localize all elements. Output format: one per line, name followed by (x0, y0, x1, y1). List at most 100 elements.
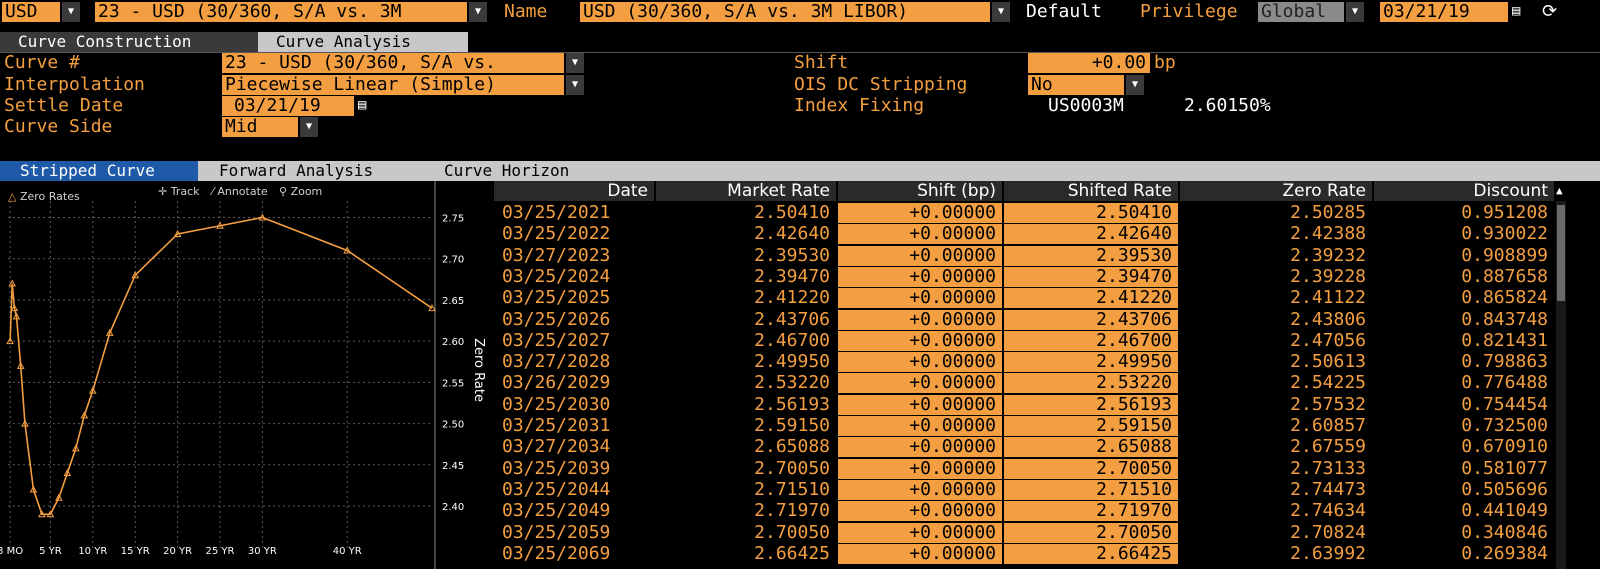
cell-shifted-rate[interactable]: 2.50410 (1004, 203, 1178, 224)
cell-shifted-rate[interactable]: 2.66425 (1004, 543, 1178, 565)
cell-shift[interactable]: +0.00000 (838, 479, 1002, 501)
cell-date: 03/25/2039 (502, 457, 611, 479)
table-row[interactable]: 03/25/2024 2.39470 +0.00000 2.39470 2.39228 0… (494, 265, 1554, 288)
curve-table[interactable]: Date Market Rate Shift (bp) Shifted Rate… (494, 181, 1600, 569)
table-row[interactable]: 03/25/2025 2.41220 +0.00000 2.41220 2.41122 0… (494, 288, 1554, 310)
tab-curve-analysis[interactable]: Curve Analysis (258, 32, 468, 52)
curve-number-field[interactable]: 23 - USD (30/360, S/A vs. (222, 53, 564, 73)
sort-up-icon[interactable]: ▲ (1556, 181, 1568, 201)
cell-shifted-rate[interactable]: 2.46700 (1004, 330, 1178, 352)
cell-shift[interactable]: +0.00000 (838, 203, 1002, 224)
cell-shifted-rate[interactable]: 2.70050 (1004, 458, 1178, 480)
cell-shifted-rate[interactable]: 2.49950 (1004, 352, 1178, 374)
tab-curve-horizon[interactable]: Curve Horizon (444, 161, 569, 181)
col-header-market-rate[interactable]: Market Rate (656, 181, 836, 201)
table-row[interactable]: 03/25/2039 2.70050 +0.00000 2.70050 2.73133 0… (494, 457, 1554, 480)
settle-date-field[interactable]: 03/21/19 (222, 96, 354, 116)
cell-shifted-rate[interactable]: 2.65088 (1004, 437, 1178, 459)
name-field[interactable]: USD (30/360, S/A vs. 3M LIBOR) (580, 2, 990, 22)
cell-shift[interactable]: +0.00000 (838, 288, 1002, 310)
col-header-shifted-rate[interactable]: Shifted Rate (1004, 181, 1178, 201)
cell-shift[interactable]: +0.00000 (838, 458, 1002, 480)
cell-shifted-rate[interactable]: 2.41220 (1004, 288, 1178, 310)
cell-shifted-rate[interactable]: 2.39470 (1004, 266, 1178, 288)
col-header-shift[interactable]: Shift (bp) (838, 181, 1002, 201)
table-row[interactable]: 03/27/2034 2.65088 +0.00000 2.65088 2.67559 0… (494, 437, 1554, 459)
tab-stripped-curve[interactable]: Stripped Curve (0, 161, 198, 181)
zero-rate-chart[interactable]: 2.75 2.70 2.65 2.60 2.55 2.50 2.45 2.40 3 MO 5 YR… (0, 181, 494, 569)
col-header-discount[interactable]: Discount (1374, 181, 1554, 201)
curve-side-field[interactable]: Mid (222, 117, 298, 137)
cell-shift[interactable]: +0.00000 (838, 373, 1002, 395)
table-row[interactable]: 03/25/2026 2.43706 +0.00000 2.43706 2.43806 0… (494, 309, 1554, 331)
col-header-date[interactable]: Date (494, 181, 654, 201)
cell-shifted-rate[interactable]: 2.71970 (1004, 501, 1178, 523)
refresh-icon[interactable]: ⟳ (1542, 1, 1562, 22)
cell-shift[interactable]: +0.00000 (838, 416, 1002, 437)
col-header-zero-rate[interactable]: Zero Rate (1180, 181, 1372, 201)
table-row[interactable]: 03/25/2031 2.59150 +0.00000 2.59150 2.60857 0… (494, 416, 1554, 437)
cell-shift[interactable]: +0.00000 (838, 224, 1002, 246)
table-scrollbar[interactable] (1556, 201, 1566, 569)
curve-select-dropdown-icon[interactable]: ▼ (469, 2, 487, 22)
date-field[interactable]: 03/21/19 (1380, 2, 1508, 22)
table-row[interactable]: 03/25/2069 2.66425 +0.00000 2.66425 2.63992 0… (494, 542, 1554, 565)
cell-shift[interactable]: +0.00000 (838, 352, 1002, 374)
cell-shifted-rate[interactable]: 2.43706 (1004, 309, 1178, 331)
cell-shift[interactable]: +0.00000 (838, 330, 1002, 352)
scrollbar-thumb[interactable] (1557, 205, 1565, 301)
cell-date: 03/25/2069 (502, 542, 611, 564)
table-row[interactable]: 03/25/2022 2.42640 +0.00000 2.42640 2.42388 0… (494, 224, 1554, 246)
table-row[interactable]: 03/25/2027 2.46700 +0.00000 2.46700 2.47056 0… (494, 330, 1554, 352)
table-row[interactable]: 03/25/2021 2.50410 +0.00000 2.50410 2.50285 0… (494, 203, 1554, 224)
cell-shifted-rate[interactable]: 2.39530 (1004, 245, 1178, 267)
cell-discount: 0.887658 (1461, 265, 1548, 287)
ois-dc-stripping-field[interactable]: No (1028, 75, 1124, 95)
x-tick-label: 30 YR (248, 546, 277, 557)
table-row[interactable]: 03/25/2044 2.71510 +0.00000 2.71510 2.74473 0… (494, 479, 1554, 501)
table-row[interactable]: 03/25/2049 2.71970 +0.00000 2.71970 2.74634 0… (494, 501, 1554, 523)
privilege-field[interactable]: Global (1258, 2, 1344, 22)
default-label[interactable]: Default (1026, 2, 1102, 22)
table-row[interactable]: 03/27/2028 2.49950 +0.00000 2.49950 2.50613 0… (494, 352, 1554, 374)
cell-shifted-rate[interactable]: 2.70050 (1004, 522, 1178, 544)
curve-number-dropdown-icon[interactable]: ▼ (566, 53, 584, 73)
cell-shift[interactable]: +0.00000 (838, 437, 1002, 459)
interpolation-dropdown-icon[interactable]: ▼ (566, 75, 584, 95)
cell-shifted-rate[interactable]: 2.59150 (1004, 416, 1178, 437)
settle-calendar-icon[interactable]: ▤ (358, 97, 376, 115)
cell-shift[interactable]: +0.00000 (838, 522, 1002, 544)
curve-select-field[interactable]: 23 - USD (30/360, S/A vs. 3M (95, 2, 467, 22)
table-row[interactable]: 03/26/2029 2.53220 +0.00000 2.53220 2.54225 0… (494, 373, 1554, 395)
cell-shift[interactable]: +0.00000 (838, 394, 1002, 416)
table-row[interactable]: 03/25/2030 2.56193 +0.00000 2.56193 2.57532 0… (494, 394, 1554, 416)
cell-shifted-rate[interactable]: 2.53220 (1004, 373, 1178, 395)
tab-forward-analysis[interactable]: Forward Analysis (219, 161, 373, 181)
ois-dropdown-icon[interactable]: ▼ (1126, 75, 1144, 95)
cell-zero-rate: 2.70824 (1290, 521, 1366, 543)
cell-shifted-rate[interactable]: 2.71510 (1004, 479, 1178, 501)
table-row[interactable]: 03/27/2023 2.39530 +0.00000 2.39530 2.39232 0… (494, 245, 1554, 267)
track-label: Track (170, 185, 200, 198)
cell-shift[interactable]: +0.00000 (838, 266, 1002, 288)
tab-curve-construction[interactable]: Curve Construction (0, 32, 258, 52)
cell-shift[interactable]: +0.00000 (838, 309, 1002, 331)
zoom-tool[interactable]: ⚲ Zoom (279, 185, 322, 198)
curve-side-dropdown-icon[interactable]: ▼ (300, 117, 318, 137)
cell-shift[interactable]: +0.00000 (838, 501, 1002, 523)
interpolation-field[interactable]: Piecewise Linear (Simple) (222, 75, 564, 95)
name-dropdown-icon[interactable]: ▼ (992, 2, 1010, 22)
privilege-dropdown-icon[interactable]: ▼ (1346, 2, 1364, 22)
shift-field[interactable]: +0.00 (1028, 53, 1150, 73)
cell-shift[interactable]: +0.00000 (838, 543, 1002, 565)
privilege-label: Privilege (1140, 1, 1238, 22)
cell-shift[interactable]: +0.00000 (838, 245, 1002, 267)
currency-field[interactable]: USD (2, 2, 60, 22)
annotate-tool[interactable]: ⁄ Annotate (212, 185, 268, 198)
track-tool[interactable]: ✛ Track (158, 185, 200, 198)
currency-dropdown-icon[interactable]: ▼ (62, 2, 80, 22)
calendar-icon[interactable]: ▤ (1512, 3, 1530, 21)
cell-shifted-rate[interactable]: 2.42640 (1004, 224, 1178, 246)
table-row[interactable]: 03/25/2059 2.70050 +0.00000 2.70050 2.70824 0… (494, 521, 1554, 544)
cell-shifted-rate[interactable]: 2.56193 (1004, 394, 1178, 416)
